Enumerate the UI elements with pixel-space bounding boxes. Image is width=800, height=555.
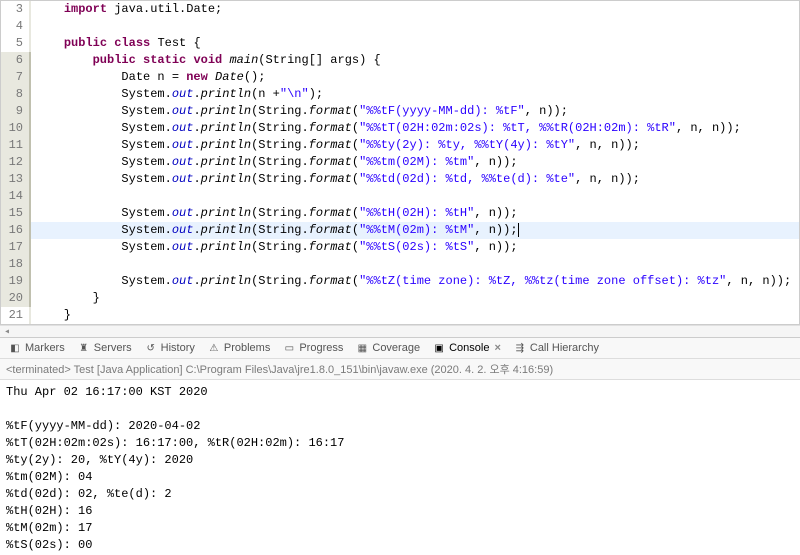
line-number: 9 [1, 103, 31, 120]
tab-label: History [161, 342, 195, 354]
tab-markers[interactable]: ◧ Markers [8, 341, 65, 355]
code-line[interactable]: 8 System.out.println(n +"\n"); [1, 86, 799, 103]
code-content[interactable]: System.out.println(String.format("%%tZ(t… [31, 273, 799, 290]
code-content[interactable]: System.out.println(n +"\n"); [31, 86, 799, 103]
code-line[interactable]: 17 System.out.println(String.format("%%t… [1, 239, 799, 256]
code-line[interactable]: 18 [1, 256, 799, 273]
code-line[interactable]: 7 Date n = new Date(); [1, 69, 799, 86]
code-line[interactable]: 11 System.out.println(String.format("%%t… [1, 137, 799, 154]
code-content[interactable] [31, 188, 799, 205]
code-content[interactable]: } [31, 290, 799, 307]
code-line[interactable]: 9 System.out.println(String.format("%%tF… [1, 103, 799, 120]
code-content[interactable]: System.out.println(String.format("%%td(0… [31, 171, 799, 188]
tab-progress[interactable]: ▭ Progress [282, 341, 343, 355]
code-line[interactable]: 13 System.out.println(String.format("%%t… [1, 171, 799, 188]
tab-label: Progress [299, 342, 343, 354]
line-number: 6 [1, 52, 31, 69]
line-number: 16 [1, 222, 31, 239]
code-line[interactable]: 15 System.out.println(String.format("%%t… [1, 205, 799, 222]
code-content[interactable]: import java.util.Date; [31, 1, 799, 18]
code-content[interactable]: Date n = new Date(); [31, 69, 799, 86]
line-number: 13 [1, 171, 31, 188]
history-icon: ↺ [144, 341, 158, 355]
console-output[interactable]: Thu Apr 02 16:17:00 KST 2020 %tF(yyyy-MM… [0, 380, 800, 555]
code-line[interactable]: 16 System.out.println(String.format("%%t… [1, 222, 799, 239]
line-number: 20 [1, 290, 31, 307]
line-number: 21 [1, 307, 31, 324]
code-content[interactable]: public class Test { [31, 35, 799, 52]
tab-label: Coverage [372, 342, 420, 354]
horizontal-scrollbar[interactable]: ◂ [0, 325, 800, 337]
code-line[interactable]: 19 System.out.println(String.format("%%t… [1, 273, 799, 290]
scroll-left-arrow[interactable]: ◂ [0, 326, 14, 337]
line-number: 4 [1, 18, 31, 35]
code-editor[interactable]: 3 import java.util.Date;45 public class … [0, 0, 800, 325]
tab-problems[interactable]: ⚠ Problems [207, 341, 270, 355]
code-content[interactable]: System.out.println(String.format("%%ty(2… [31, 137, 799, 154]
tab-label: Call Hierarchy [530, 342, 599, 354]
code-content[interactable]: System.out.println(String.format("%%tS(0… [31, 239, 799, 256]
tab-coverage[interactable]: ▦ Coverage [355, 341, 420, 355]
code-line[interactable]: 12 System.out.println(String.format("%%t… [1, 154, 799, 171]
servers-icon: ♜ [77, 341, 91, 355]
code-line[interactable]: 6 public static void main(String[] args)… [1, 52, 799, 69]
code-line[interactable]: 4 [1, 18, 799, 35]
line-number: 10 [1, 120, 31, 137]
problems-icon: ⚠ [207, 341, 221, 355]
line-number: 7 [1, 69, 31, 86]
code-line[interactable]: 14 [1, 188, 799, 205]
console-process-header: <terminated> Test [Java Application] C:\… [0, 358, 800, 380]
line-number: 15 [1, 205, 31, 222]
code-content[interactable]: System.out.println(String.format("%%tT(0… [31, 120, 799, 137]
coverage-icon: ▦ [355, 341, 369, 355]
code-content[interactable]: System.out.println(String.format("%%tF(y… [31, 103, 799, 120]
tab-label: Problems [224, 342, 270, 354]
tab-history[interactable]: ↺ History [144, 341, 195, 355]
code-line[interactable]: 21 } [1, 307, 799, 324]
code-line[interactable]: 10 System.out.println(String.format("%%t… [1, 120, 799, 137]
tab-label: Servers [94, 342, 132, 354]
code-line[interactable]: 20 } [1, 290, 799, 307]
text-caret [518, 223, 519, 237]
code-content[interactable]: System.out.println(String.format("%%tH(0… [31, 205, 799, 222]
tab-servers[interactable]: ♜ Servers [77, 341, 132, 355]
close-icon[interactable]: × [494, 342, 500, 354]
line-number: 12 [1, 154, 31, 171]
tab-console[interactable]: ▣ Console × [432, 341, 501, 355]
tab-label: Markers [25, 342, 65, 354]
code-content[interactable]: public static void main(String[] args) { [31, 52, 799, 69]
code-content[interactable]: System.out.println(String.format("%%tM(0… [31, 222, 799, 239]
line-number: 8 [1, 86, 31, 103]
code-content[interactable] [31, 18, 799, 35]
code-content[interactable] [31, 256, 799, 273]
line-number: 18 [1, 256, 31, 273]
line-number: 14 [1, 188, 31, 205]
line-number: 19 [1, 273, 31, 290]
progress-icon: ▭ [282, 341, 296, 355]
tab-call-hierarchy[interactable]: ⇶ Call Hierarchy [513, 341, 599, 355]
bottom-panel-tabs: ◧ Markers ♜ Servers ↺ History ⚠ Problems… [0, 337, 800, 358]
code-line[interactable]: 5 public class Test { [1, 35, 799, 52]
code-content[interactable]: System.out.println(String.format("%%tm(0… [31, 154, 799, 171]
tab-label: Console [449, 342, 489, 354]
line-number: 11 [1, 137, 31, 154]
line-number: 5 [1, 35, 31, 52]
line-number: 17 [1, 239, 31, 256]
markers-icon: ◧ [8, 341, 22, 355]
code-line[interactable]: 3 import java.util.Date; [1, 1, 799, 18]
hierarchy-icon: ⇶ [513, 341, 527, 355]
code-content[interactable]: } [31, 307, 799, 324]
console-icon: ▣ [432, 341, 446, 355]
line-number: 3 [1, 1, 31, 18]
